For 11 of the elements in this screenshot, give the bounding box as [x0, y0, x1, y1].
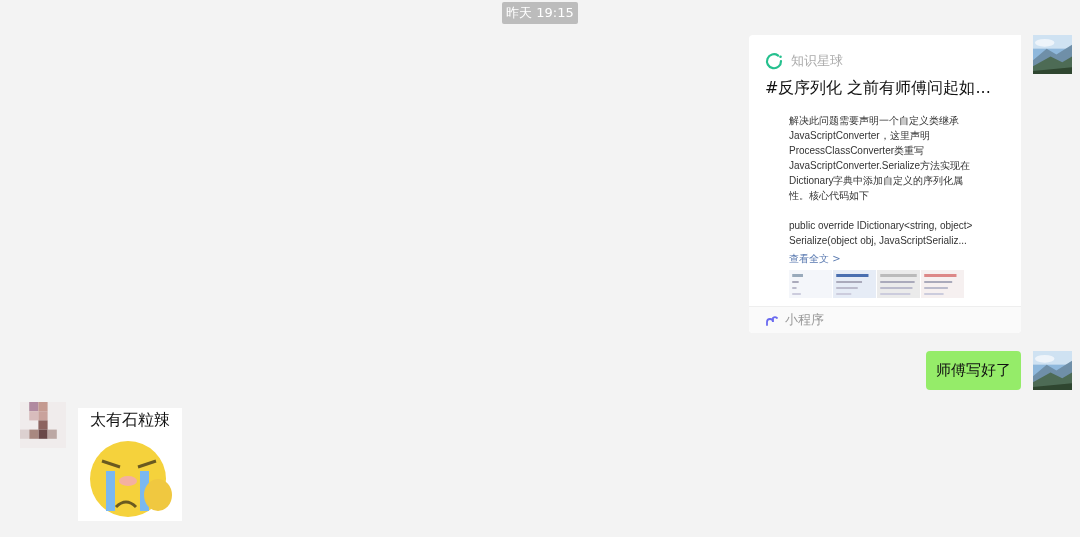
timestamp: 昨天 19:15 [502, 2, 578, 24]
mini-program-label: 小程序 [785, 311, 824, 329]
sticker-caption: 太有石粒辣 [90, 409, 170, 431]
card-title: #反序列化 之前有师傅问起如... [764, 77, 992, 99]
mini-program-card[interactable] [749, 35, 1021, 333]
source-name: 知识星球 [791, 52, 843, 70]
message-bubble: 师傅写好了 [926, 351, 1021, 390]
read-more-link[interactable]: 查看全文 > [789, 252, 1021, 266]
excerpt-paragraph: 解决此问题需要声明一个自定义类继承 JavaScriptConverter，这里声明 ProcessClassConverter类重写 JavaScriptConverter.Serialize方法实现在 Dictionary字典中添加自定义的序列化属 性。核心代码如下 [789, 114, 972, 203]
loading-ring-icon [765, 52, 783, 70]
excerpt-paragraph: public override IDictionary<string, object> Serialize(object obj, JavaScriptSerializ... [789, 219, 974, 248]
